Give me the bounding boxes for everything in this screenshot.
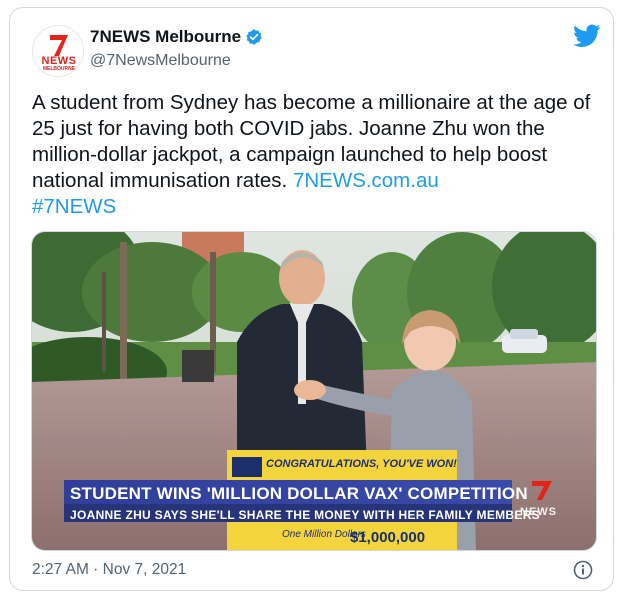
cheque-title: CONGRATULATIONS, YOU'VE WON!: [266, 458, 457, 470]
cheque-amount: $1,000,000: [350, 529, 426, 546]
author-name-text: 7NEWS Melbourne: [90, 27, 242, 46]
tweet-hashtag[interactable]: #7NEWS: [32, 195, 116, 218]
tweet-card[interactable]: NEWS MELBOURNE 7NEWS Melbourne @7NewsMel…: [9, 7, 614, 591]
tweet-text: A student from Sydney has become a milli…: [32, 90, 597, 220]
info-icon[interactable]: [573, 560, 593, 580]
tweet-link[interactable]: 7NEWS.com.au: [293, 169, 439, 192]
tweet-media-image[interactable]: CONGRATULATIONS, YOU'VE WON! STUDENT WIN…: [31, 231, 597, 551]
twitter-bird-icon[interactable]: [573, 24, 601, 48]
media-subline: JOANNE ZHU SAYS SHE'LL SHARE THE MONEY W…: [70, 508, 540, 522]
author-handle[interactable]: @7NewsMelbourne: [90, 50, 263, 72]
tweet-timestamp[interactable]: 2:27 AM · Nov 7, 2021: [32, 561, 186, 579]
verified-badge-icon: [245, 28, 263, 46]
avatar-sub-text: MELBOURNE: [42, 66, 76, 72]
author-display-name[interactable]: 7NEWS Melbourne: [90, 26, 263, 48]
avatar[interactable]: NEWS MELBOURNE: [32, 25, 84, 77]
news-watermark: NEWS: [520, 506, 557, 518]
media-headline: STUDENT WINS 'MILLION DOLLAR VAX' COMPET…: [70, 484, 528, 503]
author-block[interactable]: 7NEWS Melbourne @7NewsMelbourne: [90, 26, 263, 72]
